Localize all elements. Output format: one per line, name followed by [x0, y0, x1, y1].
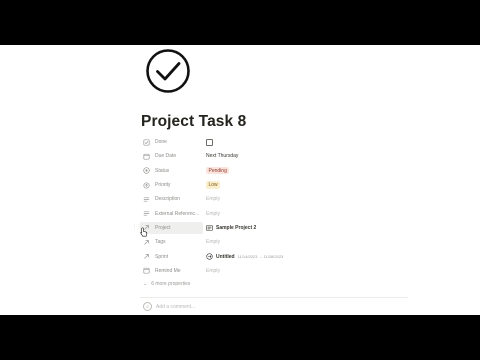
- property-row-done[interactable]: Done: [140, 135, 410, 149]
- property-row-sprint[interactable]: Sprint Untitled 11/14/2023 → 11/28/2023: [140, 249, 410, 263]
- property-label: Done: [155, 139, 167, 146]
- sprint-cycle-icon: [206, 253, 213, 260]
- comment-placeholder: Add a comment...: [156, 303, 196, 310]
- more-properties-toggle[interactable]: ⌄ 6 more properties: [143, 281, 190, 287]
- property-value-status[interactable]: Pending: [206, 167, 230, 175]
- calendar-icon: [143, 153, 150, 160]
- property-value-done[interactable]: [206, 138, 213, 146]
- property-row-external-reference[interactable]: External Referenc... Empty: [140, 206, 410, 220]
- sprint-date-range: 11/14/2023 → 11/28/2023: [237, 254, 284, 260]
- text-lines-icon: [143, 196, 150, 203]
- property-value-due-date[interactable]: Next Thursday: [206, 153, 238, 159]
- divider: [140, 297, 408, 298]
- priority-icon: [143, 181, 150, 189]
- mouse-cursor-icon: [140, 227, 148, 237]
- property-value-description[interactable]: Empty: [206, 196, 220, 202]
- property-label: Due Date: [155, 153, 177, 160]
- property-name-tags[interactable]: Tags: [140, 236, 203, 248]
- property-label: External Referenc...: [155, 210, 200, 217]
- property-row-status[interactable]: Status Pending: [140, 164, 410, 178]
- project-relation-link[interactable]: Sample Project 2: [216, 225, 256, 231]
- property-name-description[interactable]: Description: [140, 193, 203, 205]
- property-row-due-date[interactable]: Due Date Next Thursday: [140, 149, 410, 163]
- relation-arrow-icon: [143, 239, 150, 246]
- property-value-remind-me[interactable]: Empty: [206, 268, 220, 274]
- page-title[interactable]: Project Task 8: [141, 113, 246, 131]
- property-value-priority[interactable]: Low: [206, 181, 221, 189]
- property-value-sprint[interactable]: Untitled 11/14/2023 → 11/28/2023: [206, 253, 283, 260]
- comment-input[interactable]: ☺ Add a comment...: [143, 302, 195, 311]
- property-row-tags[interactable]: Tags Empty: [140, 235, 410, 249]
- property-value-external-reference[interactable]: Empty: [206, 211, 220, 217]
- property-value-project[interactable]: Sample Project 2: [206, 225, 256, 231]
- property-name-due-date[interactable]: Due Date: [140, 150, 203, 162]
- property-row-remind-me[interactable]: Remind Me Empty: [140, 264, 410, 278]
- done-checkbox[interactable]: [206, 138, 213, 146]
- property-name-project[interactable]: Project: [140, 221, 203, 234]
- notion-page: Project Task 8 Done Due Date Next Thursd…: [0, 45, 480, 315]
- more-properties-label: 6 more properties: [151, 281, 191, 287]
- page-list-icon: [206, 225, 213, 231]
- property-label: Priority: [155, 182, 171, 189]
- relation-arrow-icon: [143, 253, 150, 260]
- sprint-relation-link[interactable]: Untitled: [216, 254, 235, 260]
- property-label: Remind Me: [155, 267, 181, 274]
- property-name-external-reference[interactable]: External Referenc...: [140, 208, 203, 220]
- checkbox-icon: [143, 139, 150, 146]
- property-label: Tags: [155, 239, 166, 246]
- status-icon: [143, 167, 150, 174]
- property-row-priority[interactable]: Priority Low: [140, 178, 410, 192]
- property-name-priority[interactable]: Priority: [140, 179, 203, 191]
- property-label: Project: [155, 224, 171, 231]
- calendar-icon: [143, 267, 150, 274]
- check-circle-icon[interactable]: [145, 48, 191, 94]
- property-value-tags[interactable]: Empty: [206, 239, 220, 245]
- property-label: Description: [155, 196, 181, 203]
- property-name-status[interactable]: Status: [140, 165, 203, 177]
- property-name-sprint[interactable]: Sprint: [140, 251, 203, 263]
- property-name-remind-me[interactable]: Remind Me: [140, 265, 203, 277]
- avatar: ☺: [143, 302, 152, 311]
- status-badge[interactable]: Pending: [206, 167, 230, 175]
- property-row-project[interactable]: ⋮⋮ Project Sample Project 2: [132, 221, 410, 235]
- property-label: Sprint: [155, 253, 169, 260]
- priority-badge[interactable]: Low: [206, 181, 221, 189]
- properties-list: Done Due Date Next Thursday Status Pendi…: [132, 135, 410, 278]
- text-lines-icon: [143, 210, 150, 217]
- chevron-down-icon: ⌄: [143, 281, 148, 287]
- property-name-done[interactable]: Done: [140, 136, 203, 148]
- property-label: Status: [155, 167, 170, 174]
- property-row-description[interactable]: Description Empty: [140, 192, 410, 206]
